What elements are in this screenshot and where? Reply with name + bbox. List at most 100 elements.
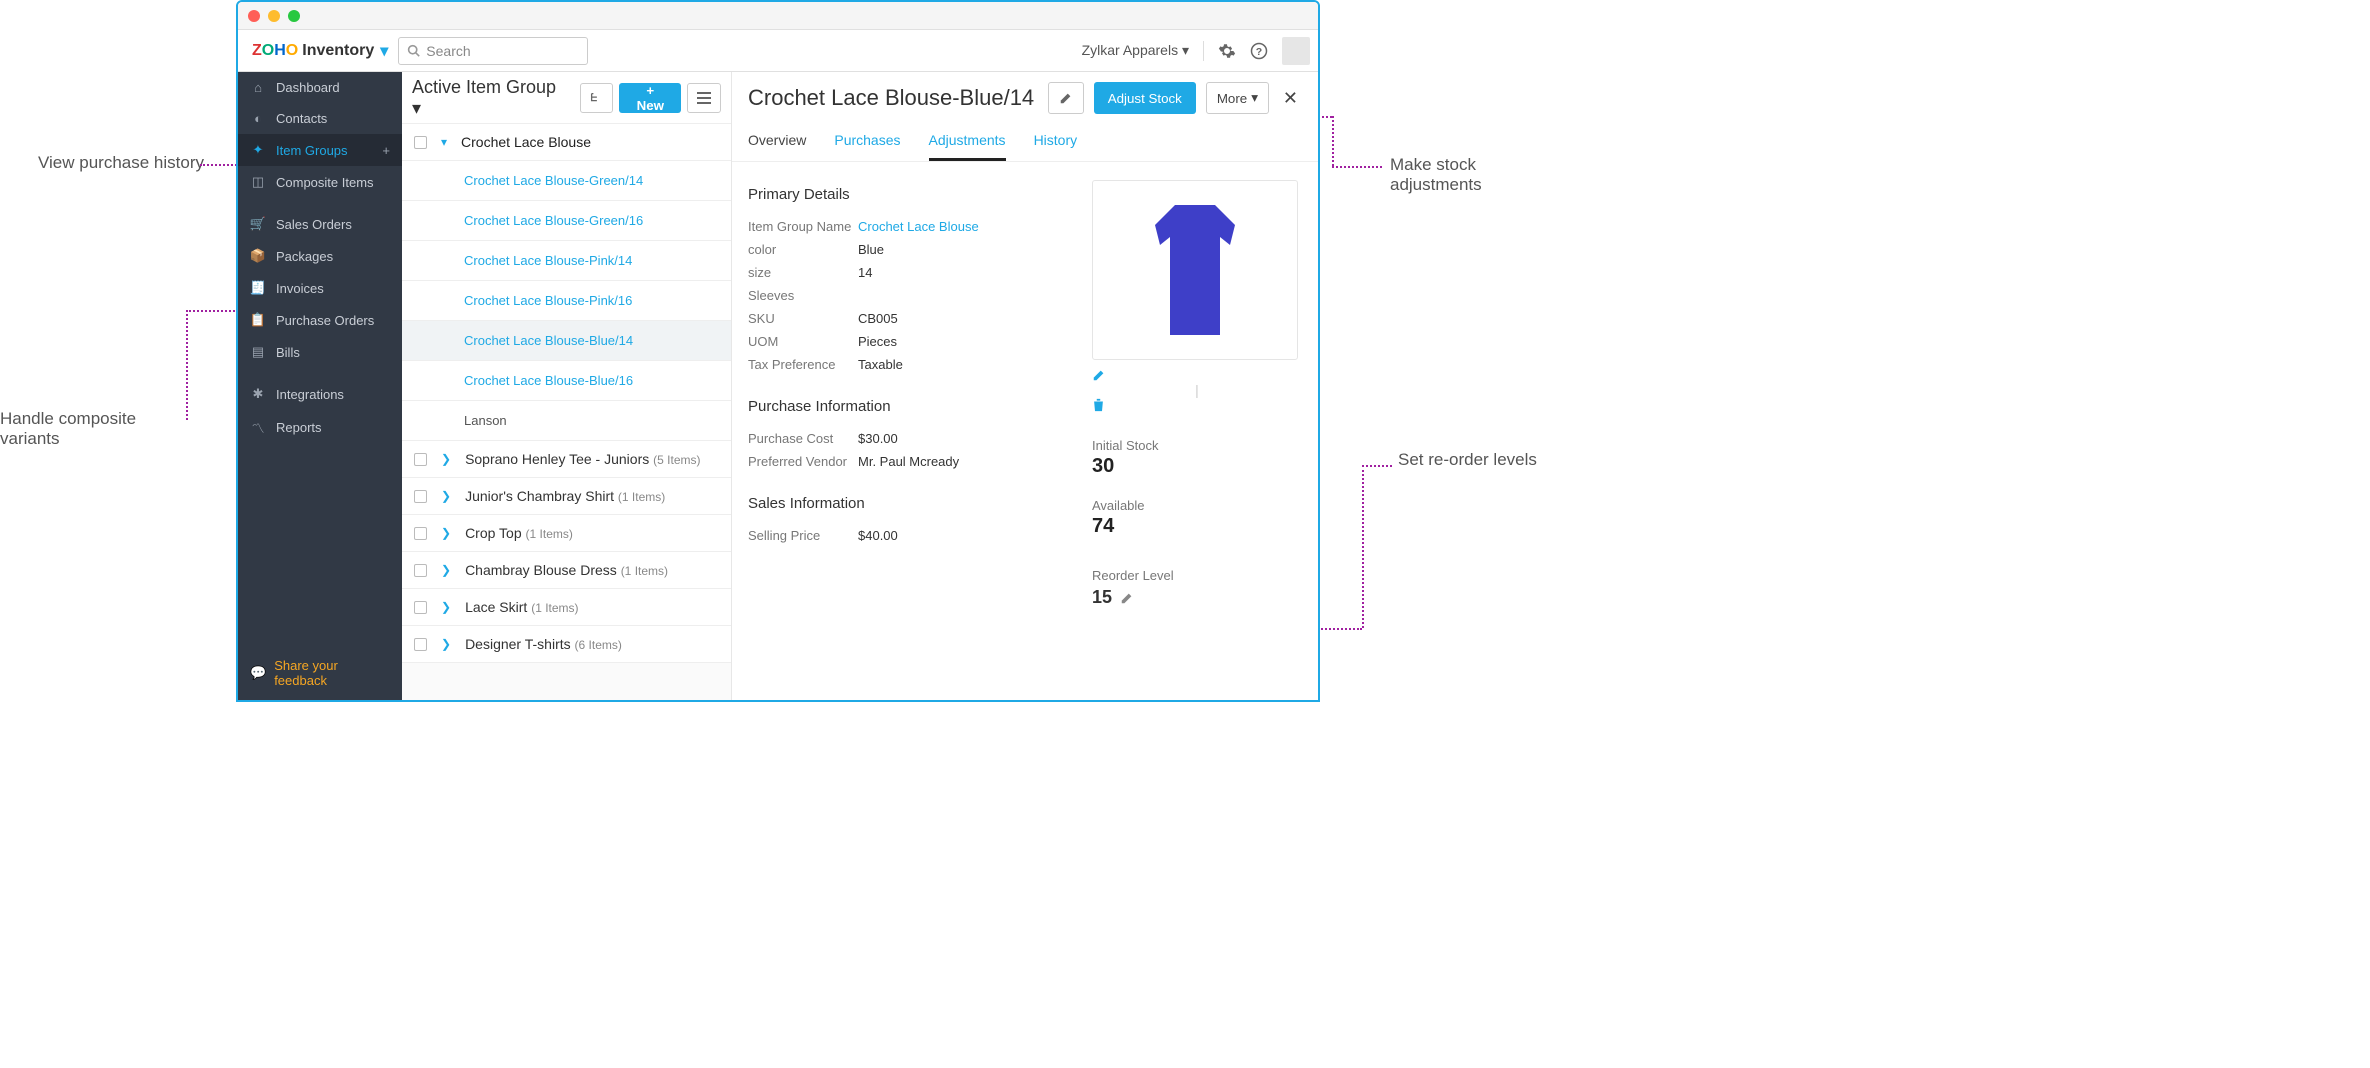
field-value: 14: [858, 265, 872, 280]
tab-overview[interactable]: Overview: [748, 124, 806, 161]
package-icon: 📦: [250, 248, 266, 264]
sidebar-item-composite[interactable]: ◫Composite Items: [238, 166, 402, 198]
minimize-dot[interactable]: [268, 10, 280, 22]
group-name: Chambray Blouse Dress (1 Items): [465, 562, 668, 578]
list-title[interactable]: Active Item Group ▾: [412, 77, 568, 119]
detail-title: Crochet Lace Blouse-Blue/14: [748, 85, 1038, 111]
checkbox[interactable]: [414, 453, 427, 466]
org-switcher[interactable]: Zylkar Apparels ▾: [1082, 42, 1189, 59]
basket-icon: ✦: [250, 142, 266, 158]
more-button[interactable]: More ▾: [1206, 82, 1269, 114]
reorder-label: Reorder Level: [1092, 568, 1174, 583]
tab-adjustments[interactable]: Adjustments: [929, 124, 1006, 161]
chevron-right-icon[interactable]: ❯: [441, 526, 451, 540]
field-label: Selling Price: [748, 528, 858, 543]
tab-purchases[interactable]: Purchases: [834, 124, 900, 161]
checkbox[interactable]: [414, 527, 427, 540]
field-label: Preferred Vendor: [748, 454, 858, 469]
checkbox[interactable]: [414, 601, 427, 614]
chevron-right-icon[interactable]: ❯: [441, 563, 451, 577]
tab-history[interactable]: History: [1034, 124, 1078, 161]
checkbox[interactable]: [414, 564, 427, 577]
chevron-right-icon[interactable]: ❯: [441, 600, 451, 614]
field-label: size: [748, 265, 858, 280]
item-list-panel: Active Item Group ▾ + New ▾ Crochet Lace…: [402, 72, 732, 700]
pencil-icon: [1059, 91, 1073, 105]
group-row[interactable]: ❯ Chambray Blouse Dress (1 Items): [402, 552, 731, 589]
plus-icon[interactable]: +: [382, 143, 390, 158]
tree-view-button[interactable]: [580, 83, 614, 113]
edit-button[interactable]: [1048, 82, 1084, 114]
variant-item[interactable]: Crochet Lace Blouse-Pink/16: [402, 281, 731, 321]
sidebar-item-integrations[interactable]: ✱Integrations: [238, 378, 402, 410]
top-bar: ZOHO Inventory ▾ Search Zylkar Apparels …: [238, 30, 1318, 72]
dotline: [1332, 166, 1382, 168]
field-value[interactable]: Crochet Lace Blouse: [858, 219, 979, 234]
field-label: SKU: [748, 311, 858, 326]
initial-stock-label: Initial Stock: [1092, 438, 1302, 453]
available-label: Available: [1092, 498, 1302, 513]
group-row[interactable]: ▾ Crochet Lace Blouse: [402, 124, 731, 161]
variant-item[interactable]: Lanson: [402, 401, 731, 441]
help-icon[interactable]: ?: [1250, 42, 1268, 60]
variant-item[interactable]: Crochet Lace Blouse-Blue/16: [402, 361, 731, 401]
field-value: $40.00: [858, 528, 898, 543]
sidebar-item-invoices[interactable]: 🧾Invoices: [238, 272, 402, 304]
checkbox[interactable]: [414, 136, 427, 149]
delete-image-icon[interactable]: [1092, 398, 1302, 412]
list-view-button[interactable]: [687, 83, 721, 113]
group-row[interactable]: ❯ Crop Top (1 Items): [402, 515, 731, 552]
variant-item[interactable]: Crochet Lace Blouse-Pink/14: [402, 241, 731, 281]
box-icon: ◫: [250, 174, 266, 190]
field-row: size 14: [748, 261, 1072, 284]
sidebar-item-contacts[interactable]: ◐Contacts: [238, 103, 402, 134]
dotline: [1332, 116, 1334, 166]
chevron-right-icon[interactable]: ❯: [441, 452, 451, 466]
sidebar-item-packages[interactable]: 📦Packages: [238, 240, 402, 272]
sidebar-item-dashboard[interactable]: ⌂Dashboard: [238, 72, 402, 103]
group-name: Crochet Lace Blouse: [461, 134, 591, 150]
new-button[interactable]: + New: [619, 83, 681, 113]
available-value: 74: [1092, 515, 1302, 538]
adjust-stock-button[interactable]: Adjust Stock: [1094, 82, 1196, 114]
invoice-icon: 🧾: [250, 280, 266, 296]
chevron-right-icon[interactable]: ❯: [441, 489, 451, 503]
edit-image-icon[interactable]: [1092, 368, 1302, 382]
group-row[interactable]: ❯ Soprano Henley Tee - Juniors (5 Items): [402, 441, 731, 478]
feedback-link[interactable]: 💬Share your feedback: [238, 646, 402, 700]
group-row[interactable]: ❯ Junior's Chambray Shirt (1 Items): [402, 478, 731, 515]
checkbox[interactable]: [414, 490, 427, 503]
group-row[interactable]: ❯ Lace Skirt (1 Items): [402, 589, 731, 626]
sidebar: ⌂Dashboard ◐Contacts ✦Item Groups+ ◫Comp…: [238, 72, 402, 700]
sidebar-item-bills[interactable]: ▤Bills: [238, 336, 402, 368]
close-button[interactable]: ✕: [1279, 82, 1302, 114]
gear-icon[interactable]: [1218, 42, 1236, 60]
sidebar-item-item-groups[interactable]: ✦Item Groups+: [238, 134, 402, 166]
avatar[interactable]: [1282, 37, 1310, 65]
chevron-right-icon[interactable]: ❯: [441, 637, 451, 651]
sidebar-item-sales-orders[interactable]: 🛒Sales Orders: [238, 208, 402, 240]
initial-stock-value: 30: [1092, 455, 1302, 478]
variant-item[interactable]: Crochet Lace Blouse-Green/16: [402, 201, 731, 241]
brand[interactable]: ZOHO Inventory ▾: [246, 41, 388, 61]
field-label: Tax Preference: [748, 357, 858, 372]
brand-app: Inventory: [302, 42, 374, 60]
search-input[interactable]: Search: [398, 37, 588, 65]
close-dot[interactable]: [248, 10, 260, 22]
checkbox[interactable]: [414, 638, 427, 651]
group-row[interactable]: ❯ Designer T-shirts (6 Items): [402, 626, 731, 663]
field-row: Tax Preference Taxable: [748, 353, 1072, 376]
field-value: Mr. Paul Mcready: [858, 454, 959, 469]
maximize-dot[interactable]: [288, 10, 300, 22]
zoho-logo: ZOHO: [252, 42, 298, 60]
field-label: Item Group Name: [748, 219, 858, 234]
annotation-stock-adjust: Make stock adjustments: [1390, 155, 1560, 195]
chevron-down-icon[interactable]: ▾: [441, 135, 447, 149]
sidebar-item-purchase-orders[interactable]: 📋Purchase Orders: [238, 304, 402, 336]
variant-item[interactable]: Crochet Lace Blouse-Green/14: [402, 161, 731, 201]
variant-item[interactable]: Crochet Lace Blouse-Blue/14: [402, 321, 731, 361]
field-row: SKU CB005: [748, 307, 1072, 330]
sidebar-item-reports[interactable]: 〽Reports: [238, 410, 402, 445]
edit-reorder-icon[interactable]: [1120, 591, 1134, 605]
group-name: Soprano Henley Tee - Juniors (5 Items): [465, 451, 700, 467]
